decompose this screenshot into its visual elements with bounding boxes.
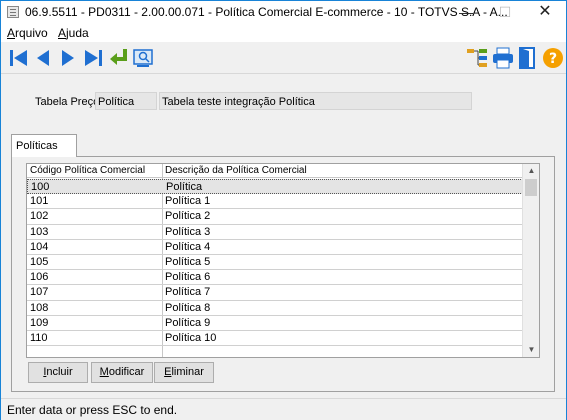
table-row[interactable]: 100 Política	[27, 179, 523, 195]
vertical-scrollbar[interactable]: ▲ ▼	[522, 164, 539, 357]
title-bar[interactable]: 06.9.5511 - PD0311 - 2.00.00.071 - Polít…	[1, 1, 566, 23]
status-bar: Enter data or press ESC to end.	[1, 398, 566, 420]
help-icon[interactable]: ?	[541, 46, 565, 70]
cell-description: Política 8	[165, 301, 211, 314]
table-row[interactable]	[27, 346, 523, 357]
menu-bar: Arquivo Ajuda	[1, 23, 566, 42]
print-icon[interactable]	[491, 46, 515, 70]
cell-code: 108	[30, 301, 49, 314]
cell-description: Política 4	[165, 240, 211, 253]
cell-description: Política 9	[165, 316, 211, 329]
cell-code: 106	[30, 271, 49, 284]
next-record-icon[interactable]	[56, 46, 80, 70]
last-record-icon[interactable]	[81, 46, 105, 70]
toolbar: ?	[1, 42, 566, 74]
cell-code: 103	[30, 225, 49, 238]
eliminar-button[interactable]: Eliminar	[154, 362, 214, 383]
grid-rows: 100 Política 101 Política 1 102 Política 2 103…	[27, 179, 523, 357]
scroll-down-icon[interactable]: ▼	[523, 343, 539, 357]
previous-record-icon[interactable]	[31, 46, 55, 70]
search-icon[interactable]	[132, 46, 156, 70]
table-row[interactable]: 109 Política 9	[27, 316, 523, 331]
cell-description: Política 3	[165, 225, 211, 238]
cell-description: Política 5	[165, 255, 211, 268]
cell-description: Política	[166, 181, 203, 193]
menu-ajuda[interactable]: Ajuda	[58, 26, 89, 40]
cell-code: 107	[30, 286, 49, 299]
maximize-button[interactable]: ☐	[488, 1, 522, 23]
cell-code: 100	[31, 181, 50, 193]
table-row[interactable]: 110 Política 10	[27, 331, 523, 347]
scroll-up-icon[interactable]: ▲	[523, 164, 539, 178]
cell-code: 105	[30, 255, 49, 268]
table-row[interactable]: 105 Política 5	[27, 255, 523, 271]
hierarchy-icon[interactable]	[465, 46, 489, 70]
table-row[interactable]: 102 Política 2	[27, 209, 523, 225]
exit-icon[interactable]	[516, 46, 540, 70]
cell-code: 110	[30, 331, 48, 344]
window-title: 06.9.5511 - PD0311 - 2.00.00.071 - Polít…	[25, 5, 508, 19]
column-header-description[interactable]: Descrição da Política Comercial	[165, 165, 307, 176]
column-header-code[interactable]: Código Política Comercial	[30, 165, 145, 176]
close-button[interactable]: ✕	[528, 1, 562, 23]
cell-code: 101	[30, 195, 49, 208]
table-row[interactable]: 101 Política 1	[27, 194, 523, 210]
modificar-button[interactable]: Modificar	[91, 362, 153, 383]
app-window-icon[interactable]	[7, 6, 19, 18]
incluir-button[interactable]: Incluir	[28, 362, 88, 383]
tabela-preco-label: Tabela Preço:	[35, 96, 103, 108]
table-row[interactable]: 104 Política 4	[27, 240, 523, 255]
cell-code: 102	[30, 210, 49, 223]
cell-description: Política 6	[165, 271, 211, 284]
cell-code: 104	[30, 240, 49, 253]
menu-arquivo[interactable]: Arquivo	[7, 26, 48, 40]
table-row[interactable]: 108 Política 8	[27, 301, 523, 316]
cell-code: 109	[30, 316, 49, 329]
cell-description: Política 1	[165, 195, 211, 208]
tab-politicas[interactable]: Políticas	[11, 134, 77, 157]
cell-description: Política 10	[165, 331, 217, 344]
table-row[interactable]: 106 Política 6	[27, 270, 523, 286]
svg-text:?: ?	[549, 51, 557, 67]
application-window: 06.9.5511 - PD0311 - 2.00.00.071 - Polít…	[0, 0, 567, 420]
grid-header: Código Política Comercial Descrição da P…	[27, 164, 523, 178]
first-record-icon[interactable]	[7, 46, 31, 70]
policies-grid[interactable]: Código Política Comercial Descrição da P…	[26, 163, 540, 358]
table-row[interactable]: 107 Política 7	[27, 285, 523, 301]
tabela-preco-description-field: Tabela teste integração Política	[159, 92, 472, 110]
cell-description: Política 2	[165, 210, 211, 223]
minimize-button[interactable]: —	[449, 1, 483, 23]
cell-description: Política 7	[165, 286, 211, 299]
tabela-preco-code-field[interactable]: Política	[95, 92, 157, 110]
go-to-icon[interactable]	[107, 46, 131, 70]
scroll-thumb[interactable]	[525, 179, 537, 196]
table-row[interactable]: 103 Política 3	[27, 225, 523, 240]
